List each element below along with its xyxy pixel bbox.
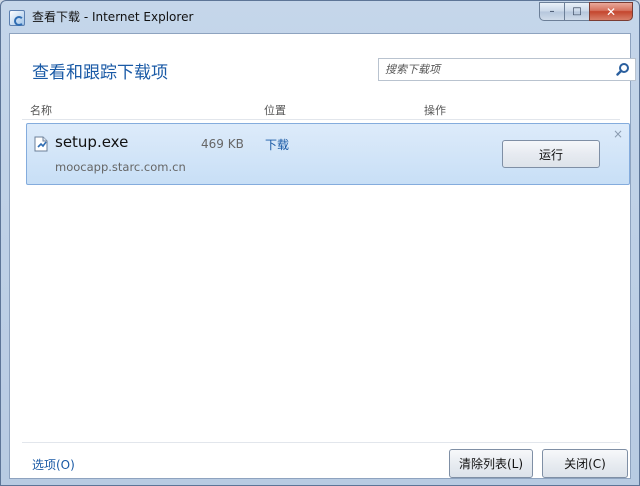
file-location-link[interactable]: 下载 bbox=[265, 136, 289, 153]
footer-divider bbox=[22, 442, 620, 443]
column-header-location[interactable]: 位置 bbox=[264, 102, 286, 118]
column-header-name[interactable]: 名称 bbox=[30, 102, 52, 118]
maximize-icon: □ bbox=[572, 6, 582, 17]
ie-download-window: 查看下载 - Internet Explorer – □ ✕ 查看和跟踪下载项 … bbox=[0, 0, 640, 486]
minimize-icon: – bbox=[549, 6, 555, 17]
title-bar[interactable]: 查看下载 - Internet Explorer – □ ✕ bbox=[1, 1, 639, 33]
ie-download-icon bbox=[9, 10, 25, 26]
close-icon: ✕ bbox=[605, 4, 617, 19]
options-link[interactable]: 选项(O) bbox=[32, 456, 75, 473]
search-icon[interactable] bbox=[616, 62, 630, 76]
column-header-divider bbox=[22, 119, 620, 120]
search-box[interactable] bbox=[378, 58, 636, 81]
window-controls: – □ ✕ bbox=[539, 2, 633, 21]
close-button[interactable]: 关闭(C) bbox=[542, 449, 628, 478]
file-source: moocapp.starc.com.cn bbox=[55, 160, 186, 174]
minimize-button[interactable]: – bbox=[539, 2, 565, 21]
dismiss-icon[interactable]: × bbox=[613, 128, 623, 140]
file-size: 469 KB bbox=[201, 137, 244, 151]
window-title: 查看下载 - Internet Explorer bbox=[32, 10, 194, 24]
run-button[interactable]: 运行 bbox=[502, 140, 600, 168]
maximize-button[interactable]: □ bbox=[564, 2, 590, 21]
download-item[interactable]: setup.exe 469 KB moocapp.starc.com.cn 下载… bbox=[26, 123, 630, 185]
clear-list-button[interactable]: 清除列表(L) bbox=[449, 449, 533, 478]
close-window-button[interactable]: ✕ bbox=[589, 2, 633, 21]
page-title: 查看和跟踪下载项 bbox=[32, 63, 168, 83]
download-manager-panel: 查看和跟踪下载项 名称 位置 操作 setup.exe 469 KB mooca… bbox=[9, 33, 636, 479]
file-name: setup.exe bbox=[55, 133, 129, 151]
column-header-actions[interactable]: 操作 bbox=[424, 102, 446, 118]
search-input[interactable] bbox=[379, 59, 604, 80]
file-icon bbox=[34, 136, 48, 152]
